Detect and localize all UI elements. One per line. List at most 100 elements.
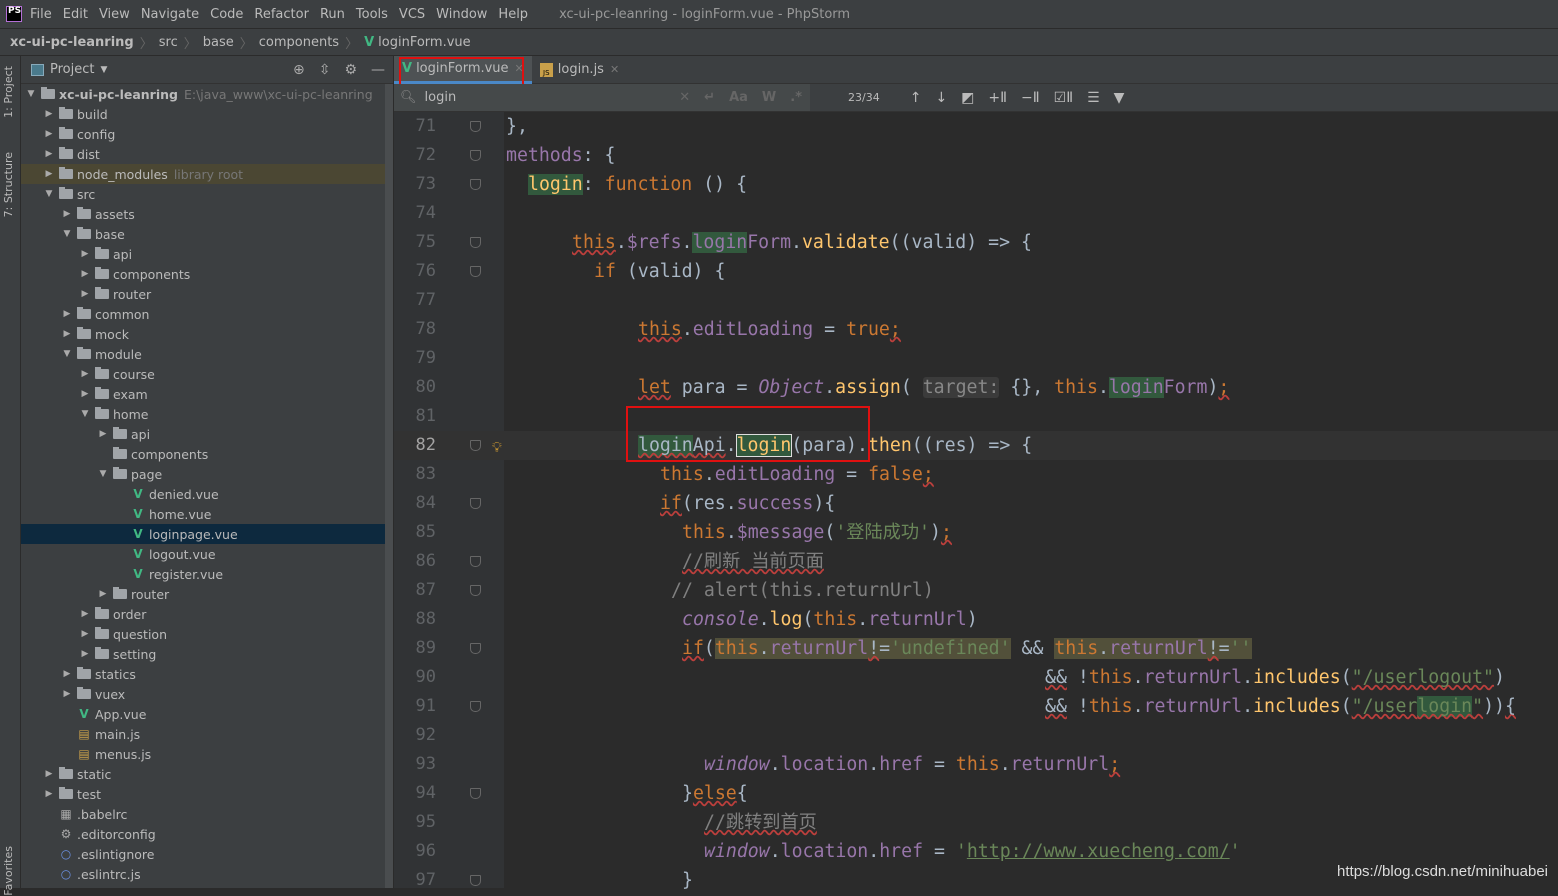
line-number[interactable]: 86 bbox=[394, 547, 436, 576]
line-number[interactable]: 89 bbox=[394, 634, 436, 663]
tree-item[interactable]: ▶ course bbox=[21, 364, 393, 384]
line-number[interactable]: 84 bbox=[394, 489, 436, 518]
regex-toggle[interactable]: .* bbox=[790, 90, 802, 105]
lightbulb-icon[interactable]: 💡︎ bbox=[492, 434, 502, 463]
menu-refactor[interactable]: Refactor bbox=[254, 7, 309, 22]
collapsed-arrow-icon[interactable]: ▶ bbox=[43, 109, 55, 119]
tree-item[interactable]: Vlogout.vue bbox=[21, 544, 393, 564]
tree-item[interactable]: ⚙ .editorconfig bbox=[21, 824, 393, 844]
code-line[interactable]: 78 this.editLoading = true; bbox=[394, 315, 1558, 344]
code-line[interactable]: 94}else{ bbox=[394, 779, 1558, 808]
filter-icon[interactable]: ▼ bbox=[1114, 90, 1125, 106]
crumb-project[interactable]: xc-ui-pc-leanring bbox=[10, 35, 134, 50]
tree-item[interactable]: ▼ base bbox=[21, 224, 393, 244]
code-line[interactable]: 73 login: function () { bbox=[394, 170, 1558, 199]
menu-help[interactable]: Help bbox=[498, 7, 528, 22]
code-line[interactable]: 86 //刷新 当前页面 bbox=[394, 547, 1558, 576]
menu-view[interactable]: View bbox=[99, 7, 130, 22]
line-number[interactable]: 96 bbox=[394, 837, 436, 866]
tree-item[interactable]: ▶ question bbox=[21, 624, 393, 644]
fold-marker-icon[interactable] bbox=[470, 875, 481, 886]
tree-item[interactable]: ▼ module bbox=[21, 344, 393, 364]
tree-item[interactable]: ▶ router bbox=[21, 284, 393, 304]
line-number[interactable]: 82 bbox=[394, 431, 436, 460]
favorites-tool-tab[interactable]: Favorites bbox=[2, 846, 15, 896]
collapsed-arrow-icon[interactable]: ▶ bbox=[61, 689, 73, 699]
collapsed-arrow-icon[interactable]: ▶ bbox=[79, 369, 91, 379]
tree-item[interactable]: ▶ order bbox=[21, 604, 393, 624]
line-number[interactable]: 78 bbox=[394, 315, 436, 344]
fold-marker-icon[interactable] bbox=[470, 585, 481, 596]
next-occurrence-icon[interactable]: ↓ bbox=[935, 90, 947, 106]
tree-item[interactable]: ○ .eslintignore bbox=[21, 844, 393, 864]
line-number[interactable]: 73 bbox=[394, 170, 436, 199]
line-number[interactable]: 91 bbox=[394, 692, 436, 721]
tree-item[interactable]: V App.vue bbox=[21, 704, 393, 724]
match-case-toggle[interactable]: Aa bbox=[729, 90, 748, 105]
tree-item[interactable]: ▶ exam bbox=[21, 384, 393, 404]
collapsed-arrow-icon[interactable]: ▶ bbox=[97, 429, 109, 439]
menu-navigate[interactable]: Navigate bbox=[141, 7, 199, 22]
fold-marker-icon[interactable] bbox=[470, 150, 481, 161]
tree-item[interactable]: components bbox=[21, 444, 393, 464]
tree-item[interactable]: ▶ assets bbox=[21, 204, 393, 224]
search-input[interactable]: 🔍︎ login ✕ ↵ Aa W .* bbox=[394, 84, 810, 111]
fold-marker-icon[interactable] bbox=[470, 556, 481, 567]
tree-item[interactable]: ▤ main.js bbox=[21, 724, 393, 744]
collapsed-arrow-icon[interactable]: ▶ bbox=[79, 249, 91, 259]
tree-item[interactable]: ▶ static bbox=[21, 764, 393, 784]
code-line[interactable]: 87 // alert(this.returnUrl) bbox=[394, 576, 1558, 605]
project-scrollbar[interactable] bbox=[385, 84, 393, 888]
project-view-selector[interactable]: Project bbox=[50, 62, 94, 77]
tree-item[interactable]: ▼ src bbox=[21, 184, 393, 204]
code-line[interactable]: 89 if(this.returnUrl!='undefined' && this… bbox=[394, 634, 1558, 663]
code-line[interactable]: 92 bbox=[394, 721, 1558, 750]
tree-item[interactable]: Vregister.vue bbox=[21, 564, 393, 584]
tree-item[interactable]: ▼ xc-ui-pc-leanring E:\java_www\xc-ui-pc-l… bbox=[21, 84, 393, 104]
line-number[interactable]: 71 bbox=[394, 112, 436, 141]
line-number[interactable]: 76 bbox=[394, 257, 436, 286]
tree-item[interactable]: ▦ .babelrc bbox=[21, 804, 393, 824]
fold-marker-icon[interactable] bbox=[470, 498, 481, 509]
collapsed-arrow-icon[interactable]: ▶ bbox=[61, 669, 73, 679]
collapsed-arrow-icon[interactable]: ▶ bbox=[97, 589, 109, 599]
gear-icon[interactable]: ⚙ bbox=[344, 62, 357, 78]
code-line[interactable]: 76 if (valid) { bbox=[394, 257, 1558, 286]
fold-marker-icon[interactable] bbox=[470, 266, 481, 277]
collapsed-arrow-icon[interactable]: ▶ bbox=[61, 309, 73, 319]
collapsed-arrow-icon[interactable]: ▶ bbox=[61, 209, 73, 219]
expanded-arrow-icon[interactable]: ▼ bbox=[25, 89, 37, 99]
line-number[interactable]: 81 bbox=[394, 402, 436, 431]
collapsed-arrow-icon[interactable]: ▶ bbox=[79, 649, 91, 659]
fold-marker-icon[interactable] bbox=[470, 788, 481, 799]
tree-item[interactable]: ▶ statics bbox=[21, 664, 393, 684]
tree-item[interactable]: ▶ mock bbox=[21, 324, 393, 344]
fold-marker-icon[interactable] bbox=[470, 701, 481, 712]
collapsed-arrow-icon[interactable]: ▶ bbox=[79, 629, 91, 639]
structure-tool-tab[interactable]: 7: Structure bbox=[2, 152, 15, 217]
crumb-file[interactable]: loginForm.vue bbox=[378, 35, 470, 50]
code-line[interactable]: 88 console.log(this.returnUrl) bbox=[394, 605, 1558, 634]
collapsed-arrow-icon[interactable]: ▶ bbox=[43, 149, 55, 159]
tree-item[interactable]: ▶ api bbox=[21, 424, 393, 444]
line-number[interactable]: 83 bbox=[394, 460, 436, 489]
fold-marker-icon[interactable] bbox=[470, 237, 481, 248]
tree-item[interactable]: ○ .eslintrc.js bbox=[21, 864, 393, 884]
tree-item[interactable]: Vhome.vue bbox=[21, 504, 393, 524]
fold-marker-icon[interactable] bbox=[470, 179, 481, 190]
fold-marker-icon[interactable] bbox=[470, 440, 481, 451]
code-line[interactable]: 84 if(res.success){ bbox=[394, 489, 1558, 518]
line-number[interactable]: 77 bbox=[394, 286, 436, 315]
line-number[interactable]: 93 bbox=[394, 750, 436, 779]
menu-file[interactable]: File bbox=[30, 7, 52, 22]
minimize-icon[interactable]: — bbox=[371, 62, 385, 78]
clear-icon[interactable]: ✕ bbox=[679, 90, 690, 105]
collapsed-arrow-icon[interactable]: ▶ bbox=[79, 269, 91, 279]
line-number[interactable]: 90 bbox=[394, 663, 436, 692]
remove-occurrence-icon[interactable]: −Ⅱ bbox=[1021, 90, 1040, 106]
code-line[interactable]: 96 window.location.href = 'http://www.xue… bbox=[394, 837, 1558, 866]
select-all-icon[interactable]: ☑Ⅱ bbox=[1054, 90, 1073, 106]
crumb-components[interactable]: components bbox=[259, 35, 339, 50]
code-line[interactable]: 80 let para = Object.assign( target: {}, … bbox=[394, 373, 1558, 402]
project-tool-tab[interactable]: 1: Project bbox=[2, 66, 15, 118]
